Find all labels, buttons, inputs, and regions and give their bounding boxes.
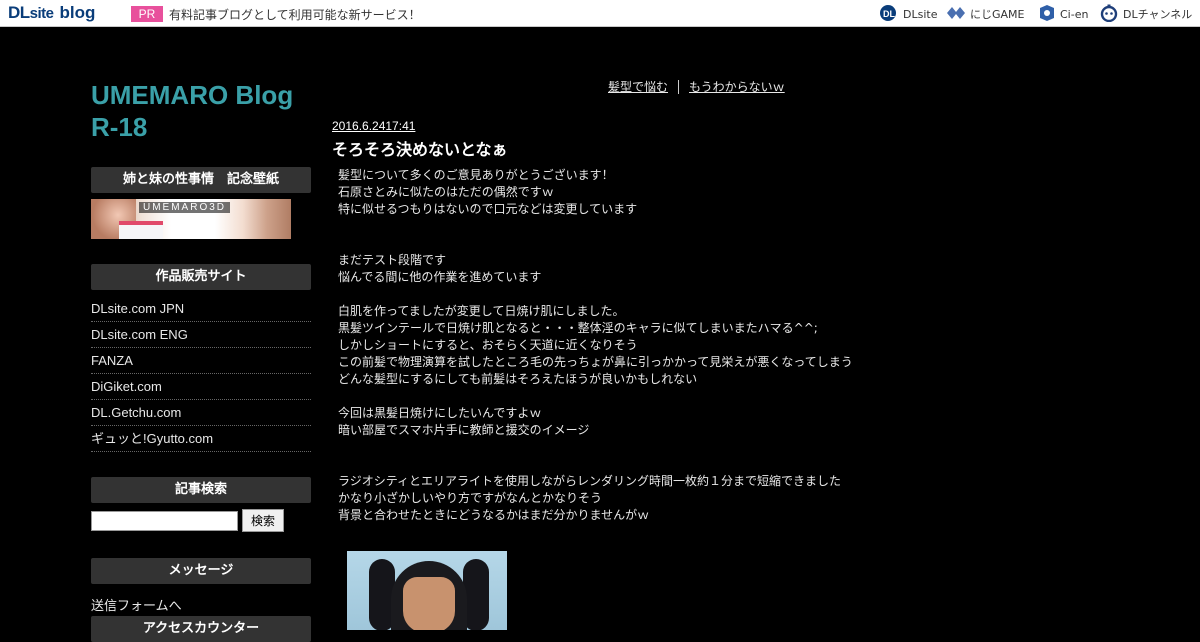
dl-channel-icon bbox=[1099, 4, 1119, 25]
shop-link-fanza[interactable]: FANZA bbox=[91, 348, 311, 374]
body-line: かなり小ざかしいやり方ですがなんとかなりそう bbox=[338, 491, 603, 505]
next-post-link[interactable]: もうわからないｗ bbox=[689, 78, 785, 95]
body-line bbox=[338, 235, 928, 252]
logo-blog: blog bbox=[59, 3, 96, 22]
body-line: 石原さとみに似たのはただの偶然ですｗ bbox=[338, 185, 554, 199]
body-line: 黒髪ツインテールで日焼け肌となると・・・整体淫のキャラに似てしまいまたハマる^^… bbox=[338, 321, 818, 335]
shop-link-getchu[interactable]: DL.Getchu.com bbox=[91, 400, 311, 426]
search-button[interactable]: 検索 bbox=[242, 509, 284, 532]
pr-badge: PR bbox=[131, 6, 163, 22]
access-counter-heading: アクセスカウンター bbox=[91, 616, 311, 642]
shop-link-dlsite-eng[interactable]: DLsite.com ENG bbox=[91, 322, 311, 348]
body-line bbox=[338, 456, 928, 473]
top-bar: DL site blog PR 有料記事ブログとして利用可能な新サービス！ DL D… bbox=[0, 0, 1200, 27]
shops-heading: 作品販売サイト bbox=[91, 264, 311, 290]
body-line: どんな髪型にするにしても前髪はそろえたほうが良いかもしれない bbox=[338, 372, 698, 386]
service-label: Ci-en bbox=[1060, 7, 1089, 21]
dlsite-blog-logo[interactable]: DL site blog bbox=[8, 3, 95, 23]
nav-divider bbox=[678, 79, 680, 94]
body-line: 髪型について多くのご意見ありがとうございます！ bbox=[338, 168, 614, 182]
body-line bbox=[338, 439, 928, 456]
niji-game-icon bbox=[946, 5, 966, 24]
post-date[interactable]: 2016.6.2417:41 bbox=[332, 119, 415, 133]
body-line: まだテスト段階です bbox=[338, 253, 447, 267]
service-link-ci-en[interactable]: Ci-en bbox=[1038, 4, 1088, 24]
service-label: DLチャンネル bbox=[1123, 8, 1193, 21]
post-title: そろそろ決めないとなぁ bbox=[332, 140, 508, 159]
body-line bbox=[338, 388, 928, 405]
service-link-dl-channel[interactable]: DLチャンネル bbox=[1099, 4, 1192, 24]
body-line: 白肌を作ってましたが変更して日焼け肌にしました。 bbox=[338, 304, 625, 318]
search-input[interactable] bbox=[91, 511, 238, 531]
body-line: 特に似せるつもりはないので口元などは変更しています bbox=[338, 202, 638, 216]
dlsite-icon: DL bbox=[879, 4, 899, 25]
service-label: DLsite bbox=[903, 7, 938, 21]
wallpaper-heading: 姉と妹の性事情 記念壁紙 bbox=[91, 167, 311, 193]
shop-link-gyutto[interactable]: ギュッと!Gyutto.com bbox=[91, 426, 311, 452]
service-link-dlsite[interactable]: DL DLsite bbox=[879, 4, 937, 24]
post-body: 髪型について多くのご意見ありがとうございます！ 石原さとみに似たのはただの偶然で… bbox=[338, 167, 928, 524]
prev-post-link[interactable]: 髪型で悩む bbox=[608, 78, 668, 95]
shop-link-digiket[interactable]: DiGiket.com bbox=[91, 374, 311, 400]
body-line: ラジオシティとエリアライトを使用しながらレンダリング時間一枚約１分まで短縮できま… bbox=[338, 474, 842, 488]
body-line bbox=[338, 218, 928, 235]
ci-en-icon bbox=[1038, 4, 1056, 25]
svg-text:DL: DL bbox=[883, 9, 895, 19]
shop-list: DLsite.com JPN DLsite.com ENG FANZA DiGi… bbox=[91, 296, 311, 452]
banner-shirt bbox=[119, 221, 163, 239]
logo-site: site bbox=[29, 5, 54, 22]
body-line: 暗い部屋でスマホ片手に教師と援交のイメージ bbox=[338, 423, 590, 437]
banner-brand: UMEMARO3D bbox=[139, 202, 231, 213]
body-line: しかしショートにすると、おそらく天道に近くなりそう bbox=[338, 338, 638, 352]
service-label: にじGAME bbox=[970, 8, 1025, 21]
blog-title[interactable]: UMEMARO Blog R-18 bbox=[91, 79, 316, 143]
pr-link[interactable]: 有料記事ブログとして利用可能な新サービス！ bbox=[169, 6, 421, 23]
post-nav: 髪型で悩む もうわからないｗ bbox=[608, 78, 785, 95]
message-form-link[interactable]: 送信フォームへ bbox=[91, 595, 182, 614]
body-line: 背景と合わせたときにどうなるかはまだ分かりませんがｗ bbox=[338, 508, 650, 522]
body-line: 今回は黒髪日焼けにしたいんですよｗ bbox=[338, 406, 542, 420]
body-line bbox=[338, 286, 928, 303]
body-line: 悩んでる間に他の作業を進めています bbox=[338, 270, 542, 284]
message-heading: メッセージ bbox=[91, 558, 311, 584]
shop-link-dlsite-jpn[interactable]: DLsite.com JPN bbox=[91, 296, 311, 322]
service-link-niji-game[interactable]: にじGAME bbox=[946, 4, 1025, 24]
post-render-image[interactable] bbox=[347, 551, 507, 630]
image-face bbox=[403, 577, 455, 630]
search-heading: 記事検索 bbox=[91, 477, 311, 503]
body-line: この前髪で物理演算を試したところ毛の先っちょが鼻に引っかかって見栄えが悪くなって… bbox=[338, 355, 853, 369]
wallpaper-banner-image[interactable]: UMEMARO3D bbox=[91, 199, 291, 239]
logo-dl: DL bbox=[8, 3, 30, 22]
